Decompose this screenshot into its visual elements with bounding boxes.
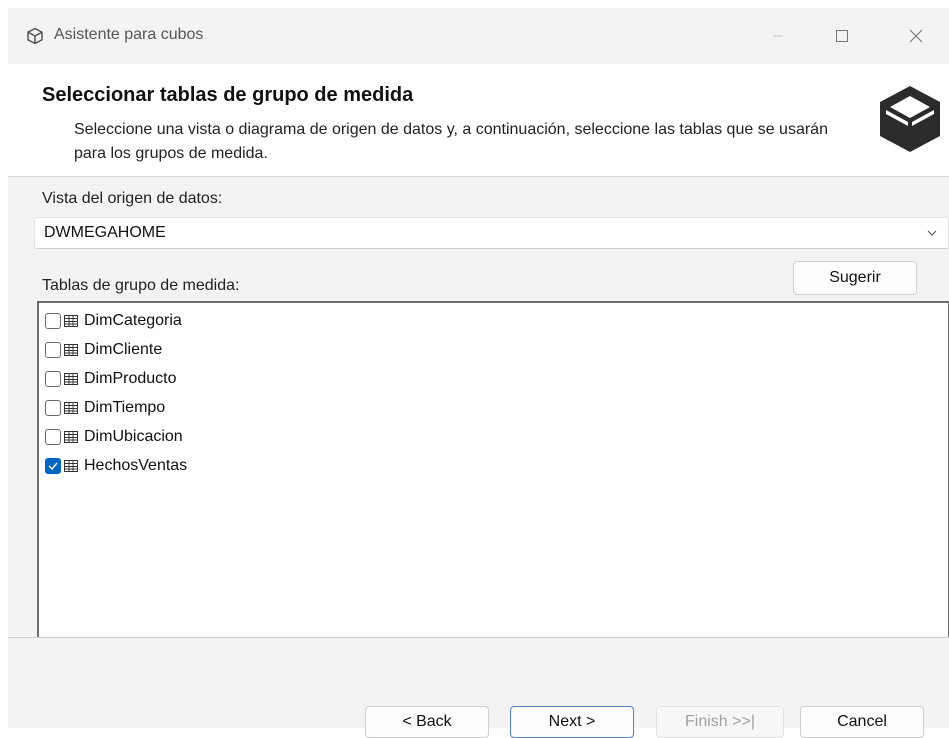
data-source-view-dropdown[interactable]: DWMEGAHOME [34, 217, 949, 249]
list-item[interactable]: DimTiempo [45, 394, 165, 422]
close-button[interactable] [894, 18, 938, 54]
measure-group-tables-list: DimCategoria DimCliente DimProducto DimT… [37, 301, 949, 637]
cancel-button[interactable]: Cancel [800, 706, 924, 738]
title-bar: Asistente para cubos [8, 8, 949, 64]
table-name: DimUbicacion [84, 428, 183, 445]
table-name: DimProducto [84, 370, 177, 387]
cube-icon [880, 86, 940, 152]
data-source-view-label: Vista del origen de datos: [42, 190, 223, 207]
table-icon [64, 344, 78, 356]
checkmark-icon [48, 462, 58, 471]
measure-group-tables-label: Tablas de grupo de medida: [42, 277, 240, 294]
table-icon [64, 402, 78, 414]
table-icon [64, 460, 78, 472]
maximize-icon [836, 30, 848, 42]
list-item[interactable]: DimUbicacion [45, 423, 183, 451]
finish-button[interactable]: Finish >>| [656, 706, 784, 738]
list-item[interactable]: DimProducto [45, 365, 176, 393]
table-name: DimTiempo [84, 399, 166, 416]
back-button[interactable]: < Back [365, 706, 489, 738]
close-icon [909, 29, 923, 43]
minimize-button[interactable] [756, 18, 800, 54]
page-description: Seleccione una vista o diagrama de orige… [74, 121, 828, 162]
checkbox-checked[interactable] [45, 458, 61, 474]
table-name: DimCliente [84, 341, 163, 358]
table-name: HechosVentas [84, 457, 188, 474]
page-title: Seleccionar tablas de grupo de medida [42, 84, 414, 106]
next-button[interactable]: Next > [510, 706, 634, 738]
window-title: Asistente para cubos [54, 26, 204, 43]
checkbox[interactable] [45, 400, 61, 416]
table-icon [64, 373, 78, 385]
data-source-view-value: DWMEGAHOME [44, 224, 166, 241]
checkbox[interactable] [45, 313, 61, 329]
list-item[interactable]: DimCategoria [45, 307, 182, 335]
chevron-down-icon [927, 230, 937, 236]
minimize-icon [773, 35, 783, 37]
list-item[interactable]: HechosVentas [45, 452, 187, 480]
checkbox[interactable] [45, 342, 61, 358]
maximize-button[interactable] [820, 18, 864, 54]
checkbox[interactable] [45, 371, 61, 387]
checkbox[interactable] [45, 429, 61, 445]
wizard-body: Vista del origen de datos: DWMEGAHOME Ta… [8, 177, 949, 637]
wizard-header: Seleccionar tablas de grupo de medida Se… [8, 64, 949, 177]
suggest-button[interactable]: Sugerir [793, 261, 917, 295]
table-icon [64, 431, 78, 443]
cube-icon [27, 27, 43, 45]
list-item[interactable]: DimCliente [45, 336, 162, 364]
table-name: DimCategoria [84, 312, 182, 329]
table-icon [64, 315, 78, 327]
